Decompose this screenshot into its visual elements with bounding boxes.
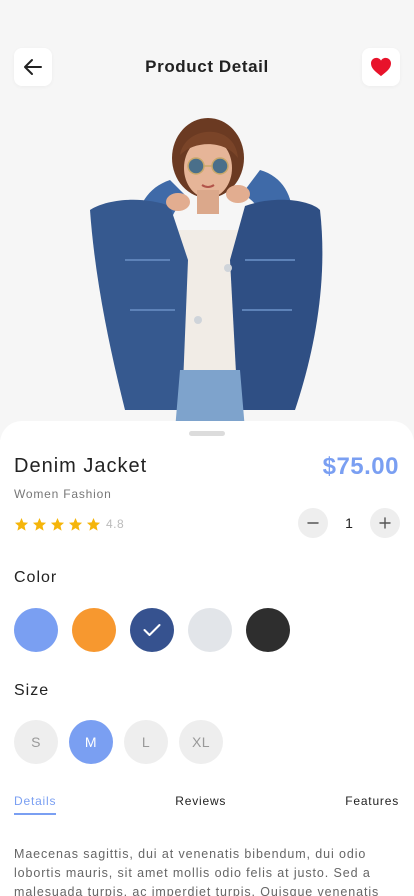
color-swatch[interactable]	[130, 608, 174, 652]
favorite-button[interactable]	[361, 48, 400, 86]
color-swatch[interactable]	[246, 608, 290, 652]
color-swatch[interactable]	[14, 608, 58, 652]
plus-icon	[379, 517, 391, 529]
quantity-value: 1	[345, 515, 353, 531]
star-rating	[14, 517, 104, 532]
size-label: Size	[14, 682, 50, 699]
product-price: $75.00	[322, 453, 399, 480]
product-category: Women Fashion	[14, 487, 112, 501]
arrow-left-icon	[24, 59, 42, 75]
back-button[interactable]	[14, 48, 52, 86]
drag-handle[interactable]	[189, 431, 225, 436]
tab-details[interactable]: Details	[14, 794, 57, 815]
product-hero: Product Detail	[0, 0, 414, 440]
tab-reviews[interactable]: Reviews	[175, 794, 226, 815]
product-description: Maecenas sagittis, dui at venenatis bibe…	[14, 847, 380, 896]
product-name: Denim Jacket	[14, 455, 148, 477]
color-swatch[interactable]	[188, 608, 232, 652]
heart-icon	[370, 57, 391, 77]
rating-value: 4.8	[106, 517, 125, 531]
size-option[interactable]: XL	[179, 720, 223, 764]
size-option[interactable]: L	[124, 720, 168, 764]
size-option[interactable]: S	[14, 720, 58, 764]
quantity-stepper: 1	[298, 508, 400, 538]
detail-tabs: Details Reviews Features	[14, 794, 399, 818]
star-icon	[14, 517, 29, 531]
color-options	[14, 608, 304, 652]
tab-features[interactable]: Features	[345, 794, 399, 815]
rating: 4.8	[14, 516, 124, 532]
star-icon	[86, 517, 101, 531]
increase-quantity-button[interactable]	[370, 508, 400, 538]
star-icon	[50, 517, 65, 531]
star-icon	[32, 517, 47, 531]
star-icon	[68, 517, 83, 531]
size-options: S M L XL	[14, 720, 234, 764]
page-title: Product Detail	[145, 57, 269, 76]
top-bar: Product Detail	[14, 48, 400, 86]
color-label: Color	[14, 569, 58, 586]
product-image	[90, 118, 323, 430]
decrease-quantity-button[interactable]	[298, 508, 328, 538]
product-detail-sheet: Denim Jacket $75.00 Women Fashion 4.8 1 …	[0, 421, 414, 896]
minus-icon	[307, 522, 319, 524]
color-swatch[interactable]	[72, 608, 116, 652]
check-icon	[143, 624, 161, 636]
size-option[interactable]: M	[69, 720, 113, 764]
